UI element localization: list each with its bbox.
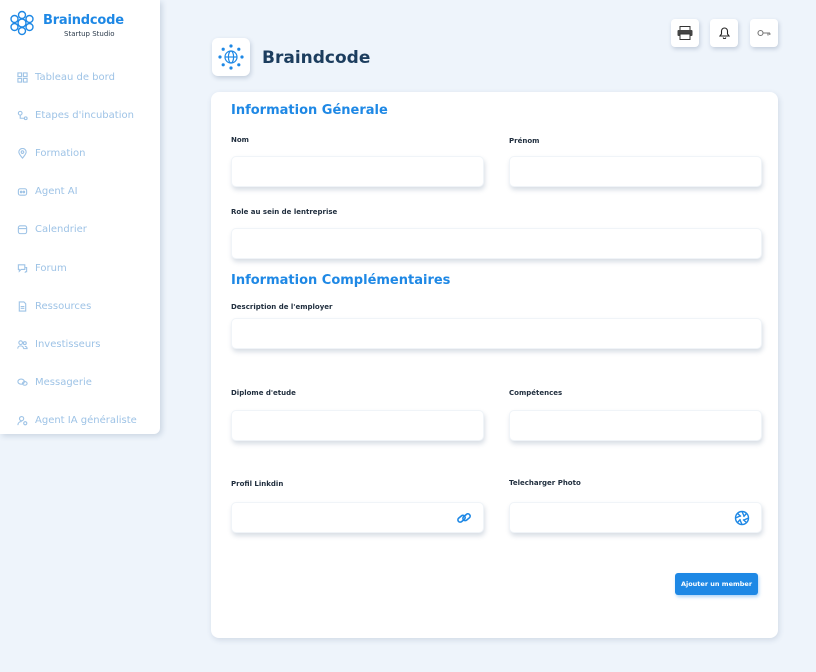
sidebar-item-formation[interactable]: Formation xyxy=(0,134,160,172)
competences-input[interactable] xyxy=(510,411,761,440)
calendar-icon xyxy=(17,225,28,235)
role-input[interactable] xyxy=(232,229,761,258)
diplome-label: Diplome d'etude xyxy=(231,389,296,397)
bell-icon xyxy=(718,27,730,39)
message-icon xyxy=(17,378,28,386)
sidebar-item-label: Tableau de bord xyxy=(35,71,115,83)
sidebar-item-label: Formation xyxy=(35,147,86,159)
sidebar-item-label: Etapes d'incubation xyxy=(35,109,134,121)
prenom-input[interactable] xyxy=(510,157,761,186)
sidebar: Braindcode Startup Studio Tableau de bor… xyxy=(0,0,160,434)
steps-icon xyxy=(17,110,28,120)
section-title-general: Information Génerale xyxy=(231,103,388,118)
chat-icon xyxy=(17,263,28,273)
brain-logo-icon xyxy=(10,10,34,36)
company-logo xyxy=(212,38,250,76)
add-member-button[interactable]: Ajouter un member xyxy=(675,573,758,595)
camera-aperture-icon[interactable] xyxy=(734,510,750,526)
role-label: Role au sein de lentreprise xyxy=(231,208,338,216)
user-ai-icon xyxy=(17,416,28,426)
sidebar-item-agent-ia-generaliste[interactable]: Agent IA généraliste xyxy=(0,402,160,440)
sidebar-item-label: Calendrier xyxy=(35,224,87,236)
location-icon xyxy=(18,147,27,159)
brand-subtitle: Startup Studio xyxy=(64,30,115,38)
sidebar-item-calendrier[interactable]: Calendrier xyxy=(0,211,160,249)
robot-icon xyxy=(17,188,28,196)
globe-network-icon xyxy=(218,44,244,70)
competences-label: Compétences xyxy=(509,389,563,397)
sidebar-item-investisseurs[interactable]: Investisseurs xyxy=(0,325,160,363)
description-label: Description de l'employer xyxy=(231,303,333,311)
key-icon xyxy=(757,29,771,37)
notifications-button[interactable] xyxy=(710,19,738,47)
linkedin-label: Profil Linkdin xyxy=(231,480,284,488)
sidebar-item-tableau-de-bord[interactable]: Tableau de bord xyxy=(0,58,160,96)
link-icon[interactable] xyxy=(456,510,472,526)
sidebar-item-agent-ai[interactable]: Agent AI xyxy=(0,173,160,211)
printer-icon xyxy=(677,26,693,40)
people-icon xyxy=(17,340,28,350)
sidebar-item-forum[interactable]: Forum xyxy=(0,249,160,287)
photo-input[interactable] xyxy=(510,503,761,532)
role-field[interactable] xyxy=(231,228,762,259)
sidebar-item-label: Messagerie xyxy=(35,377,92,389)
brand-name: Braindcode xyxy=(43,13,124,28)
dashboard-icon xyxy=(17,71,28,83)
sidebar-item-messagerie[interactable]: Messagerie xyxy=(0,364,160,402)
section-title-complementary: Information Complémentaires xyxy=(231,273,451,288)
sidebar-item-label: Ressources xyxy=(35,300,92,312)
prenom-label: Prénom xyxy=(509,137,540,145)
sidebar-item-etapes-incubation[interactable]: Etapes d'incubation xyxy=(0,96,160,134)
linkedin-input[interactable] xyxy=(232,503,483,532)
nom-input[interactable] xyxy=(232,157,483,186)
competences-field[interactable] xyxy=(509,410,762,441)
sidebar-item-label: Agent AI xyxy=(35,186,78,198)
nom-field[interactable] xyxy=(231,156,484,187)
sidebar-item-ressources[interactable]: Ressources xyxy=(0,287,160,325)
sidebar-nav: Tableau de bord Etapes d'incubation Form… xyxy=(0,58,160,440)
nom-label: Nom xyxy=(231,136,249,144)
member-form-card: Information Génerale Nom Prénom Role au … xyxy=(211,92,778,638)
description-field[interactable] xyxy=(231,318,762,349)
sidebar-item-label: Agent IA généraliste xyxy=(35,415,137,427)
diplome-field[interactable] xyxy=(231,410,484,441)
printer-button[interactable] xyxy=(671,19,699,47)
document-icon xyxy=(18,301,27,312)
sidebar-item-label: Investisseurs xyxy=(35,338,101,350)
key-button[interactable] xyxy=(750,19,778,47)
page-title: Braindcode xyxy=(262,48,371,68)
diplome-input[interactable] xyxy=(232,411,483,440)
photo-upload-field[interactable] xyxy=(509,502,762,533)
description-input[interactable] xyxy=(232,319,761,348)
prenom-field[interactable] xyxy=(509,156,762,187)
linkedin-field[interactable] xyxy=(231,502,484,533)
sidebar-item-label: Forum xyxy=(35,262,67,274)
photo-label: Telecharger Photo xyxy=(509,479,581,487)
